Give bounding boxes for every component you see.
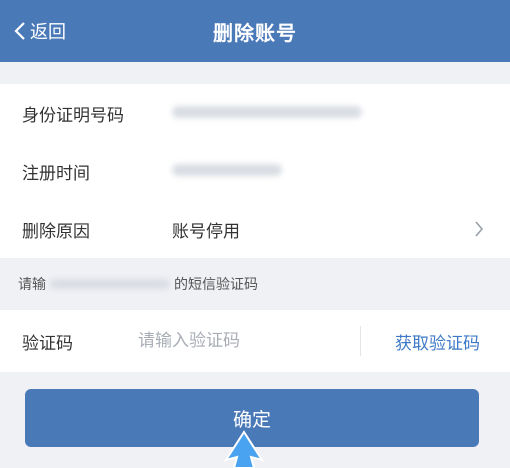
redacted-blur	[172, 164, 282, 176]
page-title: 删除账号	[213, 20, 297, 45]
chevron-left-icon	[14, 22, 25, 40]
sms-hint-suffix: 的短信验证码	[174, 277, 258, 293]
register-time-value	[172, 161, 488, 181]
verify-code-label: 验证码	[22, 333, 73, 354]
delete-reason-label: 删除原因	[22, 221, 90, 242]
top-spacer	[0, 62, 510, 84]
sms-hint-prefix: 请输	[18, 277, 46, 293]
pointer-arrow-icon	[223, 430, 265, 468]
nav-bar: 返回 删除账号	[0, 0, 510, 62]
verify-code-input[interactable]	[136, 330, 350, 352]
back-label: 返回	[30, 22, 66, 43]
id-number-label: 身份证明号码	[22, 105, 124, 126]
divider	[360, 326, 361, 356]
confirm-label: 确定	[232, 408, 271, 431]
register-time-row: 注册时间	[0, 142, 510, 200]
redacted-blur	[50, 279, 170, 289]
delete-reason-value: 账号停用	[172, 221, 240, 242]
sms-hint: 请输 的短信验证码	[0, 258, 510, 310]
register-time-label: 注册时间	[22, 163, 90, 184]
verify-code-row: 验证码 获取验证码	[0, 310, 510, 372]
delete-reason-row[interactable]: 删除原因 账号停用	[0, 200, 510, 258]
account-info-card: 身份证明号码 注册时间 删除原因 账号停用	[0, 84, 510, 258]
chevron-right-icon	[475, 221, 484, 237]
get-code-button[interactable]: 获取验证码	[395, 329, 480, 354]
back-button[interactable]: 返回	[14, 0, 66, 62]
id-number-value	[172, 103, 488, 123]
id-number-row: 身份证明号码	[0, 84, 510, 142]
redacted-blur	[172, 106, 362, 118]
